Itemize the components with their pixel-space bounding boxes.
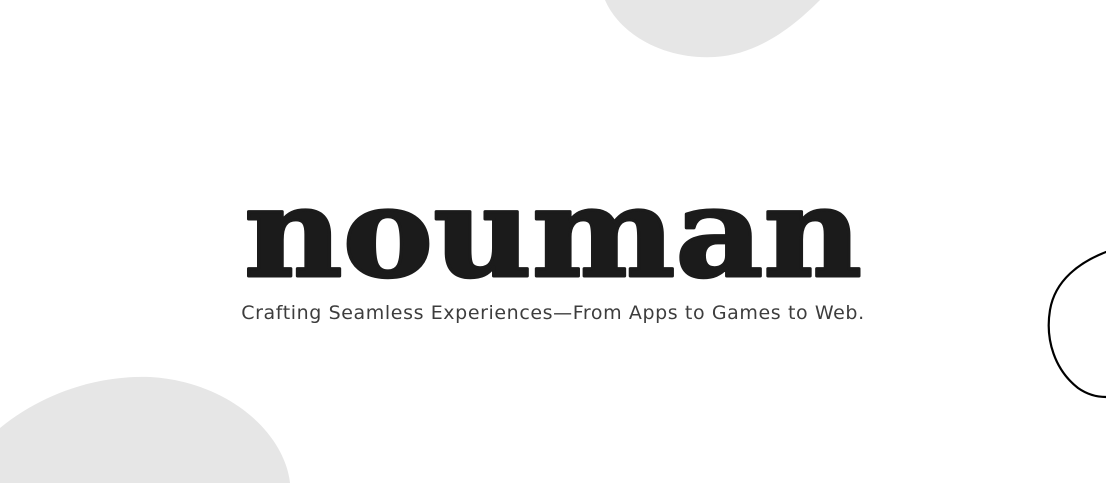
brand-wordmark-text: nouman: [244, 178, 862, 288]
brand-wordmark-logo: nouman: [243, 178, 864, 288]
hero-section: nouman Crafting Seamless Experiences—Fro…: [0, 0, 1106, 483]
tagline: Crafting Seamless Experiences—From Apps …: [241, 302, 865, 324]
